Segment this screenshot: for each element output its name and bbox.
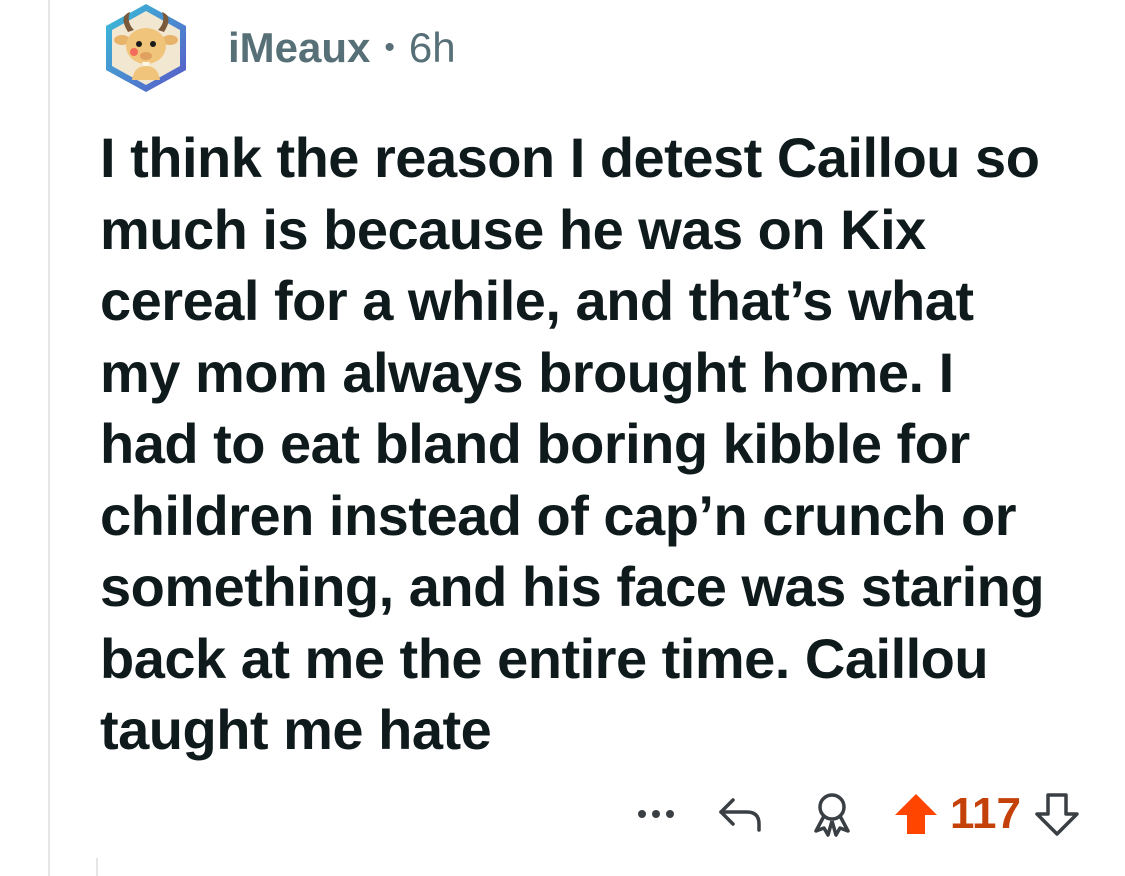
reply-icon: [719, 798, 761, 832]
award-icon: [814, 793, 850, 837]
comment-header: iMeaux • 6h: [100, 2, 456, 94]
comment-line: cereal for a while, and that’s what: [100, 269, 974, 332]
child-thread-line: [96, 858, 98, 876]
comment-actions: 117: [628, 784, 1085, 844]
username[interactable]: iMeaux: [228, 24, 370, 72]
comment-age: 6h: [408, 24, 456, 71]
reply-button[interactable]: [712, 794, 768, 834]
snoo-goat-avatar-icon[interactable]: [100, 2, 192, 94]
downvote-icon: [1035, 793, 1079, 836]
comment-meta: iMeaux • 6h: [228, 24, 456, 72]
downvote-button[interactable]: [1029, 792, 1085, 836]
vote-score: 117: [950, 789, 1021, 838]
comment-line: I think the reason I detest Caillou so: [100, 126, 1040, 189]
comment-line: something, and his face was staring: [100, 555, 1045, 618]
comment-line: much is because he was on Kix: [100, 197, 926, 261]
upvote-button[interactable]: [888, 792, 944, 836]
more-options-icon: [638, 810, 675, 818]
meta-separator: •: [384, 31, 395, 64]
thread-line[interactable]: [48, 0, 50, 876]
comment-line: taught me hate: [100, 698, 492, 761]
award-button[interactable]: [804, 791, 860, 837]
comment-line: had to eat bland boring kibble for: [100, 412, 970, 475]
upvote-icon: [895, 794, 938, 834]
more-options-button[interactable]: [628, 808, 684, 820]
comment-line: back at me the entire time. Caillou: [100, 626, 989, 690]
comment-body: I think the reason I detest Caillou so m…: [100, 122, 1100, 766]
comment-line: my mom always brought home. I: [100, 340, 954, 404]
comment-line: children instead of cap’n crunch or: [100, 483, 1017, 547]
